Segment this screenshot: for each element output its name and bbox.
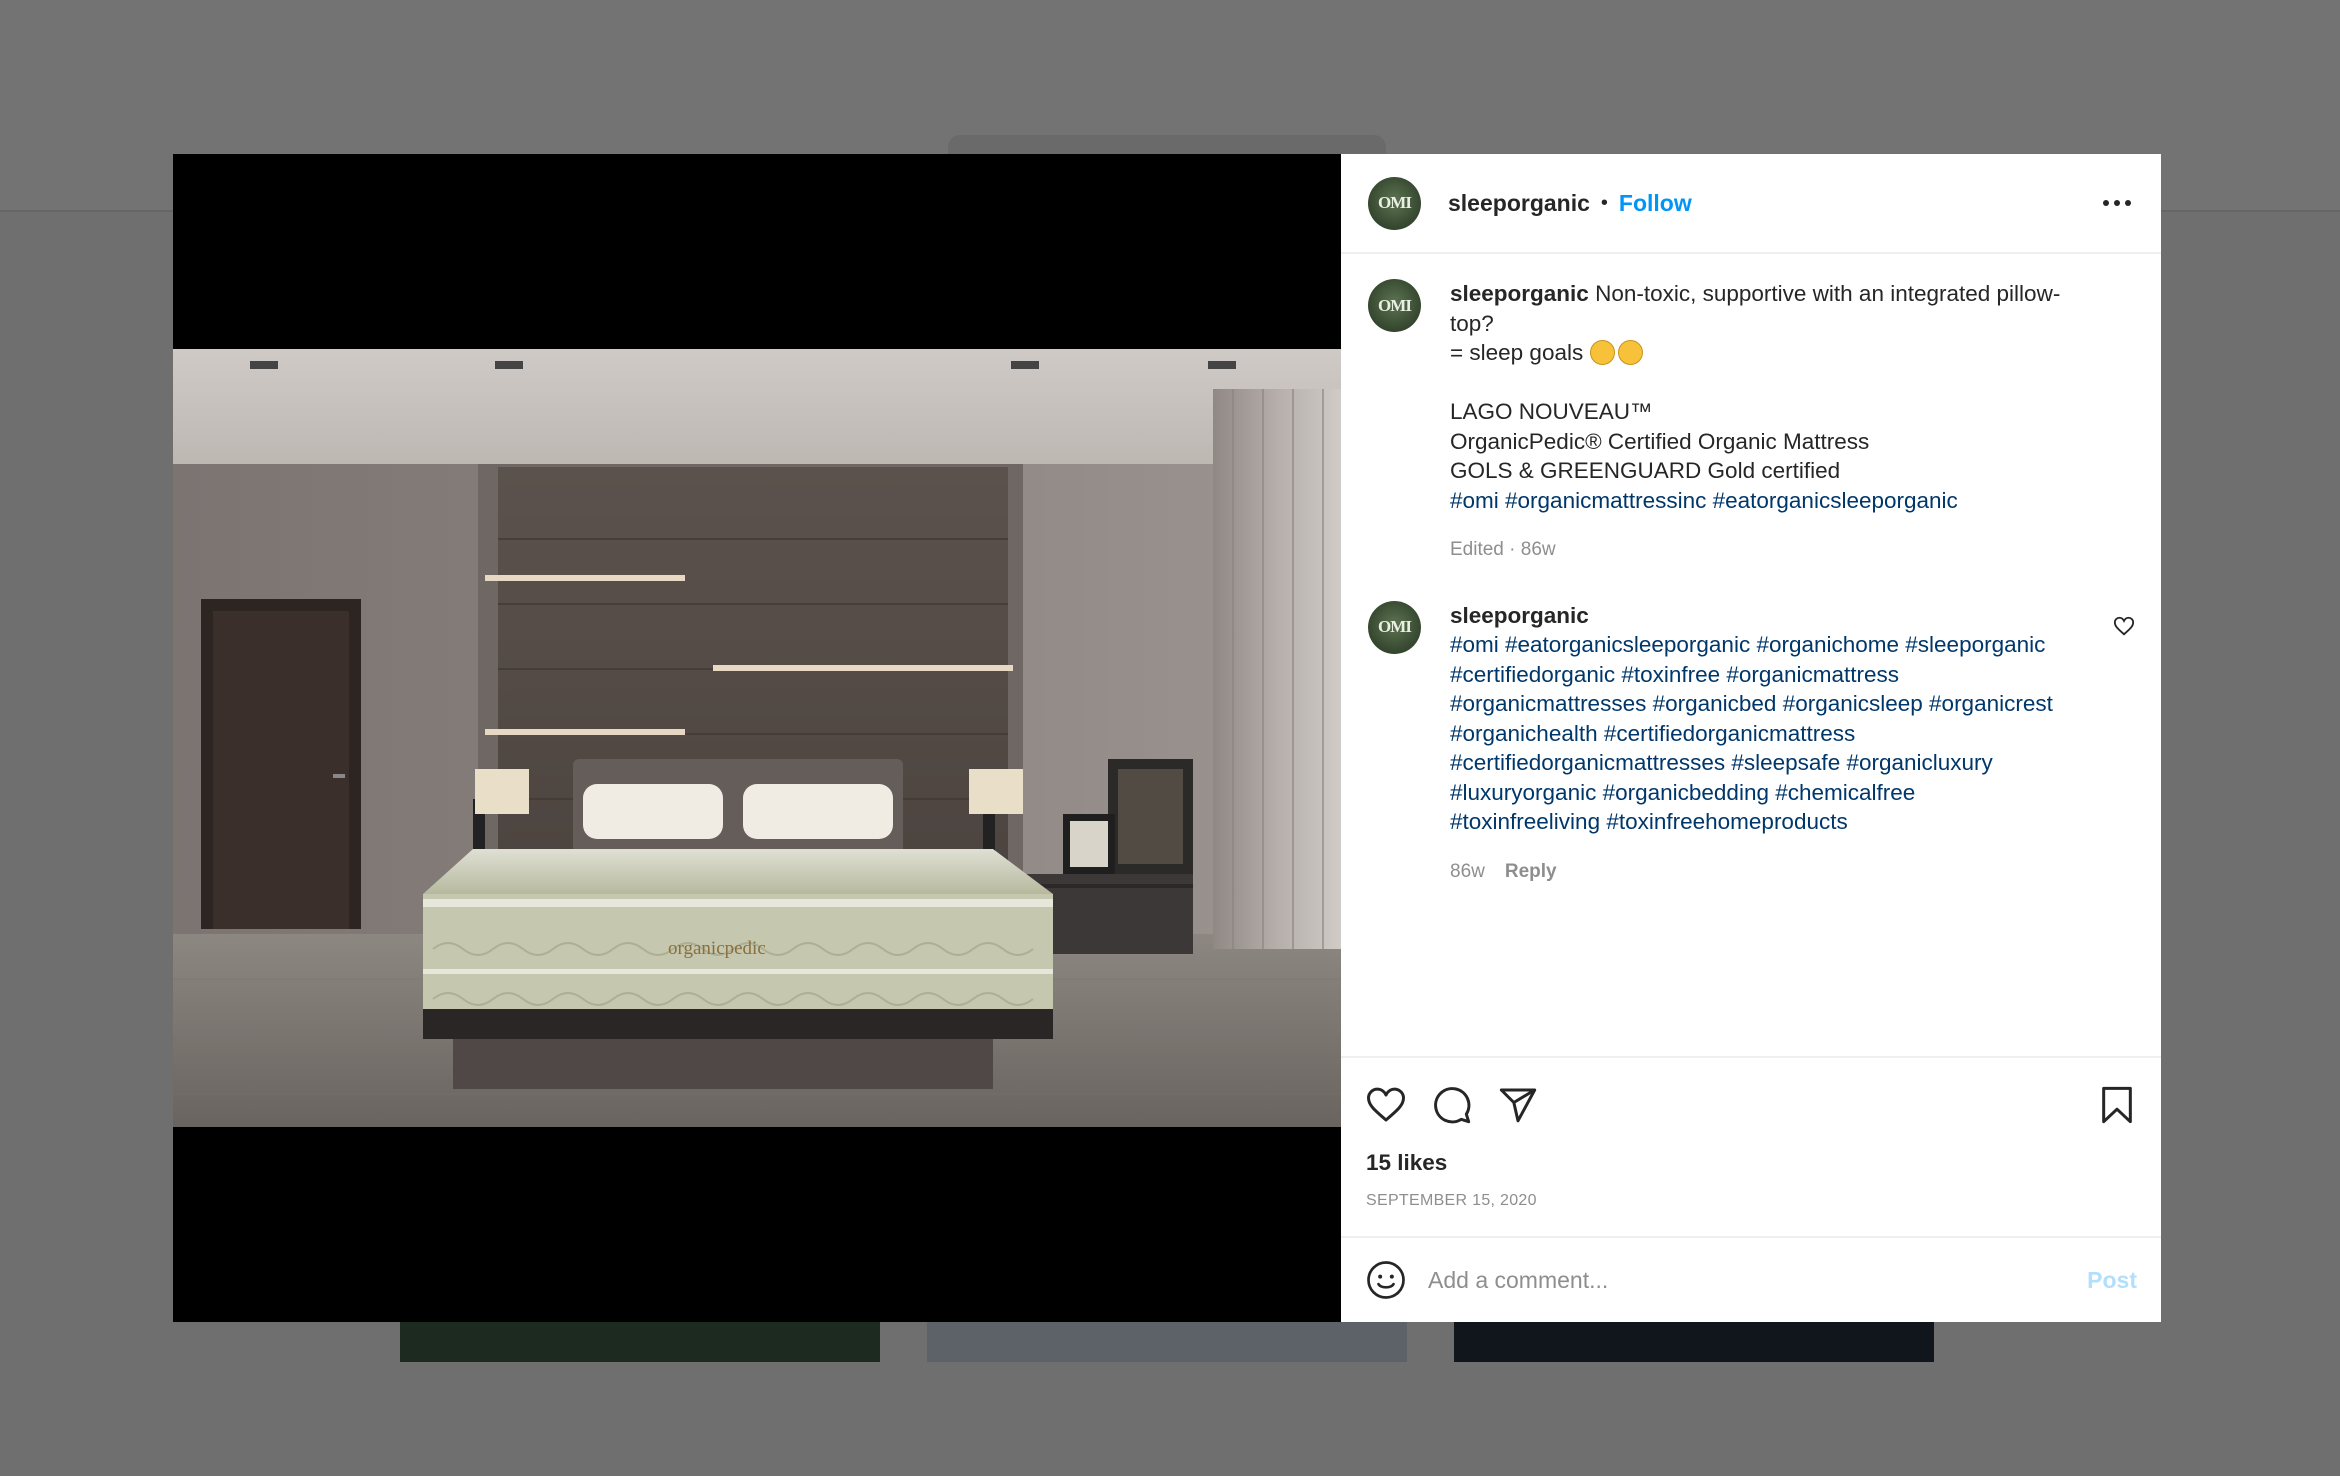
comment-hashtags[interactable]: #organichealth #certifiedorganicmattress — [1450, 719, 2093, 749]
avatar-logo-text: OMI — [1378, 617, 1412, 636]
comment-hashtags[interactable]: #luxuryorganic #organicbedding #chemical… — [1450, 778, 2093, 808]
comment-username[interactable]: sleeporganic — [1450, 601, 2093, 631]
post-actions-area: 15 likes SEPTEMBER 15, 2020 — [1341, 1056, 2161, 1236]
likes-count[interactable]: 15 likes — [1366, 1150, 2137, 1176]
comment-hashtags[interactable]: #organicmattresses #organicbed #organics… — [1450, 689, 2093, 719]
bookmark-icon[interactable] — [2097, 1085, 2137, 1125]
caption-hashtags[interactable]: #omi #organicmattressinc #eatorganicslee… — [1450, 486, 2135, 516]
comment-hashtags[interactable]: #omi #eatorganicsleeporganic #organichom… — [1450, 630, 2093, 660]
post-side-panel: OMI sleeporganic • Follow OMI sleeporgan… — [1341, 154, 2161, 1322]
avatar[interactable]: OMI — [1368, 176, 1421, 230]
action-bar — [1366, 1058, 2137, 1144]
more-options-icon[interactable] — [2099, 192, 2135, 214]
caption-username[interactable]: sleeporganic — [1450, 281, 1589, 306]
separator-dot: • — [1600, 191, 1608, 214]
comment-hashtags[interactable]: #toxinfreeliving #toxinfreehomeproducts — [1450, 807, 2093, 837]
reply-button[interactable]: Reply — [1505, 857, 1557, 887]
avatar-logo-text: OMI — [1378, 193, 1412, 212]
header-username[interactable]: sleeporganic — [1448, 190, 1590, 217]
emoji-icon[interactable] — [1366, 1260, 1406, 1300]
caption-text: LAGO NOUVEAU™ — [1450, 399, 1653, 424]
avatar-logo-text: OMI — [1378, 295, 1412, 315]
avatar[interactable]: OMI — [1368, 279, 1421, 332]
comment-icon[interactable] — [1432, 1085, 1472, 1125]
post-button[interactable]: Post — [2087, 1267, 2137, 1294]
avatar[interactable]: OMI — [1368, 600, 1421, 654]
post-media: organicpedic — [173, 154, 1341, 1322]
mattress-brand-label: organicpedic — [668, 938, 766, 959]
relieved-face-emoji-icon — [1617, 340, 1643, 365]
caption: OMI sleeporganic Non-toxic, supportive w… — [1368, 279, 2135, 565]
add-comment-bar: Post — [1341, 1236, 2161, 1322]
post-date: SEPTEMBER 15, 2020 — [1366, 1192, 1537, 1209]
follow-button[interactable]: Follow — [1619, 190, 1692, 217]
heart-small-icon[interactable] — [2113, 615, 2135, 637]
share-icon[interactable] — [1498, 1085, 1538, 1125]
post-photo: organicpedic — [173, 349, 1341, 1127]
comment-input[interactable] — [1428, 1266, 2088, 1294]
caption-text: OrganicPedic® Certified Organic Mattress — [1450, 428, 1870, 454]
heart-icon[interactable] — [1366, 1085, 1406, 1125]
caption-meta: Edited · 86w — [1450, 539, 1556, 560]
caption-text: = sleep goals — [1450, 340, 1584, 365]
post-header: OMI sleeporganic • Follow — [1341, 154, 2161, 254]
comment-hashtags[interactable]: #certifiedorganic #toxinfree #organicmat… — [1450, 660, 2093, 690]
comment-hashtags[interactable]: #certifiedorganicmattresses #sleepsafe #… — [1450, 748, 2093, 778]
sleeping-face-emoji-icon — [1589, 340, 1615, 365]
comment: OMI sleeporganic #omi #eatorganicsleepor… — [1368, 600, 2135, 887]
caption-text: GOLS & GREENGUARD Gold certified — [1450, 458, 1841, 483]
post-modal: organicpedic OMI sleeporganic • Follow O… — [173, 154, 2161, 1322]
caption-text: top? — [1450, 310, 1494, 336]
comment-time: 86w — [1450, 860, 1485, 882]
comments-list: OMI sleeporganic Non-toxic, supportive w… — [1341, 254, 2161, 1056]
caption-text: Non-toxic, supportive with an integrated… — [1595, 281, 2061, 306]
